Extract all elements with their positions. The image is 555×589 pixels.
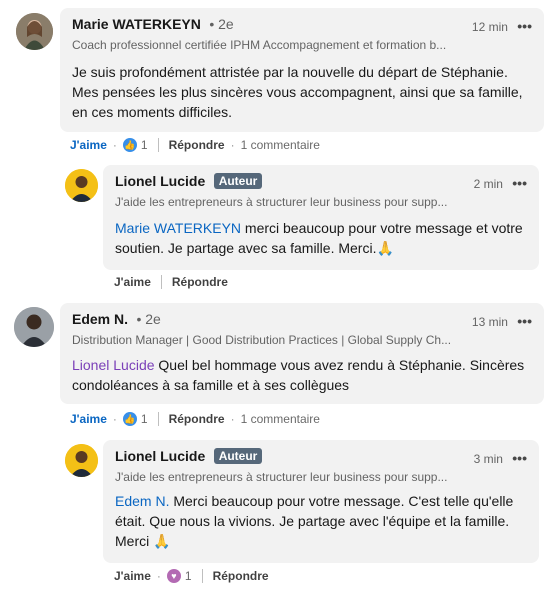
comment-text: Marie WATERKEYN merci beaucoup pour votr… [115, 218, 527, 258]
timestamp: 2 min [473, 177, 503, 191]
comment-meta: 3 min ••• [474, 450, 527, 466]
more-options-icon[interactable]: ••• [517, 18, 532, 34]
author-badge: Auteur [213, 173, 263, 189]
mention-link[interactable]: Edem N. [115, 493, 169, 509]
reaction-count[interactable]: 1 [141, 412, 148, 426]
mention-link[interactable]: Lionel Lucide [72, 357, 155, 373]
separator-dot: · [230, 412, 235, 426]
comment-text: Edem N. Merci beaucoup pour votre messag… [115, 491, 527, 551]
divider [201, 569, 203, 583]
like-button[interactable]: J'aime [114, 569, 151, 583]
thumbs-up-icon[interactable]: 👍 [122, 412, 137, 426]
replies-count[interactable]: 1 commentaire [241, 138, 320, 152]
divider [157, 138, 159, 152]
separator-dot: · [156, 569, 161, 583]
comment-bubble: Marie WATERKEYN • 2e Coach professionnel… [60, 8, 544, 132]
avatar[interactable] [65, 169, 98, 202]
reaction-count[interactable]: 1 [185, 569, 192, 583]
like-button[interactable]: J'aime [70, 412, 107, 426]
avatar[interactable] [14, 307, 54, 347]
separator-dot: · [230, 138, 235, 152]
timestamp: 3 min [473, 452, 503, 466]
comment-bubble: Edem N. • 2e Distribution Manager | Good… [60, 303, 544, 404]
more-options-icon[interactable]: ••• [517, 313, 532, 329]
comment-text: Je suis profondément attristée par la no… [72, 64, 523, 120]
commenter-name[interactable]: Lionel Lucide [115, 448, 205, 464]
commenter-name[interactable]: Edem N. [72, 311, 128, 327]
comment-actions: J'aime Répondre [114, 272, 228, 292]
reply-bubble: Lionel Lucide Auteur J'aide les entrepre… [103, 440, 539, 563]
reply-button[interactable]: Répondre [169, 412, 225, 426]
more-options-icon[interactable]: ••• [512, 450, 527, 466]
comment-meta: 13 min ••• [472, 313, 532, 329]
divider [157, 412, 159, 426]
separator-dot: · [112, 412, 117, 426]
reply-button[interactable]: Répondre [172, 275, 228, 289]
connection-degree: • 2e [136, 311, 161, 327]
divider [160, 275, 162, 289]
timestamp: 13 min [471, 315, 508, 329]
comment-meta: 12 min ••• [472, 18, 532, 34]
author-badge: Auteur [213, 448, 263, 464]
commenter-name[interactable]: Lionel Lucide [115, 173, 205, 189]
more-options-icon[interactable]: ••• [512, 175, 527, 191]
comment-meta: 2 min ••• [474, 175, 527, 191]
reply-bubble: Lionel Lucide Auteur J'aide les entrepre… [103, 165, 539, 270]
like-button[interactable]: J'aime [70, 138, 107, 152]
comment-text: Lionel Lucide Quel bel hommage vous avez… [72, 355, 532, 395]
reaction-count[interactable]: 1 [141, 138, 148, 152]
comment-actions: J'aime · ♥ 1 Répondre [114, 566, 269, 586]
connection-degree: • 2e [209, 16, 234, 32]
mention-link[interactable]: Marie WATERKEYN [115, 220, 241, 236]
like-button[interactable]: J'aime [114, 275, 151, 289]
commenter-headline: Coach professionnel certifiée IPHM Accom… [72, 38, 447, 52]
comment-body: Merci beaucoup pour votre message. C'est… [115, 493, 514, 549]
commenter-headline: J'aide les entrepreneurs à structurer le… [115, 470, 448, 484]
commenter-name[interactable]: Marie WATERKEYN [72, 16, 201, 32]
avatar[interactable] [65, 444, 98, 477]
reply-button[interactable]: Répondre [169, 138, 225, 152]
commenter-headline: Distribution Manager | Good Distribution… [72, 333, 452, 347]
support-reaction-icon[interactable]: ♥ [166, 569, 181, 583]
thumbs-up-icon[interactable]: 👍 [122, 138, 137, 152]
comment-actions: J'aime · 👍 1 Répondre · 1 commentaire [70, 135, 320, 155]
reply-button[interactable]: Répondre [213, 569, 269, 583]
avatar[interactable] [16, 13, 53, 50]
separator-dot: · [112, 138, 117, 152]
commenter-headline: J'aide les entrepreneurs à structurer le… [115, 195, 448, 209]
timestamp: 12 min [471, 20, 508, 34]
comment-actions: J'aime · 👍 1 Répondre · 1 commentaire [70, 409, 320, 429]
replies-count[interactable]: 1 commentaire [241, 412, 320, 426]
